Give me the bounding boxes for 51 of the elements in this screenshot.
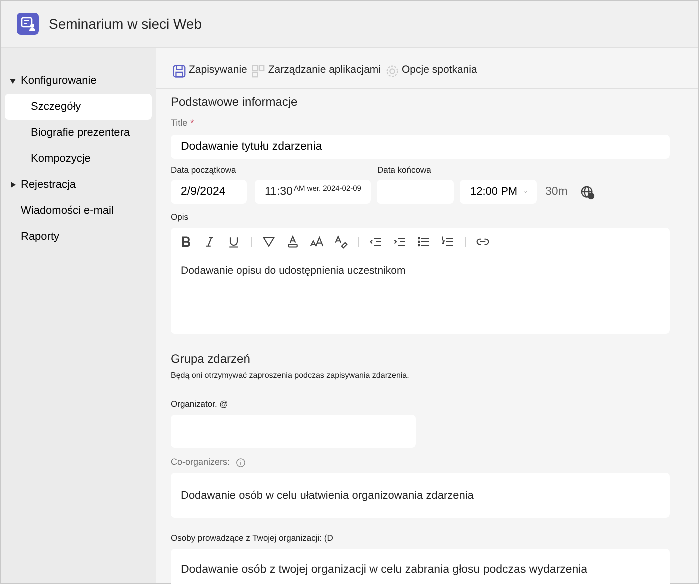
- underline-icon[interactable]: [227, 235, 241, 249]
- info-icon: [236, 458, 246, 468]
- save-icon: [172, 64, 187, 78]
- date-input[interactable]: 2/9/2024: [171, 180, 247, 204]
- group-note: Będą oni otrzymywać zaproszenia podczas zapisywania zdarzenia.: [171, 370, 410, 382]
- field-label: Data początkowa: [171, 164, 236, 176]
- toolbar-button[interactable]: Opcje spotkania: [400, 63, 480, 79]
- globe-icon[interactable]: [580, 184, 595, 200]
- time-dropdown[interactable]: 12:00 PM: [460, 180, 538, 204]
- title-input[interactable]: Dodawanie tytułu zdarzenia: [171, 134, 670, 158]
- settings-icon: [385, 64, 400, 78]
- section-heading: Podstawowe informacje: [171, 94, 299, 111]
- numbered-list-icon[interactable]: [441, 235, 455, 249]
- caret-down-icon: [10, 78, 16, 84]
- clear-format-icon[interactable]: [334, 235, 348, 249]
- indent-icon[interactable]: [393, 235, 407, 249]
- presenters-input[interactable]: Dodawanie osób z twojej organizacji w celu zabrania głosu podczas wydarzenia: [171, 549, 670, 584]
- required-mark: *: [190, 118, 194, 128]
- description-text: Dodawanie opisu do udostępnienia uczestnikom: [180, 264, 407, 279]
- window-title: Seminarium w sieci Web: [49, 14, 202, 34]
- sidebar-item[interactable]: Konfigurowanie: [5, 68, 152, 94]
- toolbar-separator: [465, 237, 466, 247]
- description-editor[interactable]: Dodawanie opisu do udostępnienia uczestnikom: [171, 228, 670, 334]
- toolbar-separator: [251, 237, 252, 247]
- coorganizers-input[interactable]: Dodawanie osób w celu ułatwienia organizowania zdarzenia: [171, 473, 670, 518]
- section-heading: Grupa zdarzeń: [171, 351, 250, 368]
- sidebar-item[interactable]: Szczegóły: [5, 94, 152, 120]
- toolbar-button[interactable]: Zapisywanie: [187, 63, 250, 79]
- font-size-icon[interactable]: [310, 235, 324, 249]
- field-label: Osoby prowadzące z Twojej organizacji: (D: [171, 532, 334, 545]
- app-icon: [17, 13, 39, 35]
- sidebar-item[interactable]: Wiadomości e-mail: [5, 198, 152, 224]
- sidebar-item[interactable]: Rejestracja: [5, 172, 152, 198]
- sidebar-item[interactable]: Raporty: [5, 224, 152, 250]
- bullet-list-icon[interactable]: [417, 235, 431, 249]
- font-color-icon[interactable]: [286, 235, 300, 249]
- toolbar-button[interactable]: Zarządzanie aplikacjami: [266, 63, 384, 79]
- apps-icon: [251, 64, 266, 78]
- sidebar-item[interactable]: Biografie prezentera: [5, 120, 152, 146]
- field-label: Opis: [171, 211, 188, 224]
- duration-text: 30m: [545, 184, 568, 200]
- toolbar-separator: [358, 237, 359, 247]
- field-label: Co-organizers:: [171, 456, 230, 469]
- outdent-icon[interactable]: [369, 235, 383, 249]
- field-label: Organizator. @: [171, 398, 228, 411]
- highlighter-icon[interactable]: [262, 235, 276, 249]
- field-label: Data końcowa: [377, 164, 432, 176]
- sidebar-item[interactable]: Kompozycje: [5, 146, 152, 172]
- caret-right-icon: [10, 182, 16, 188]
- field-label: Title *: [171, 117, 194, 130]
- time-text: 11:30: [265, 185, 293, 200]
